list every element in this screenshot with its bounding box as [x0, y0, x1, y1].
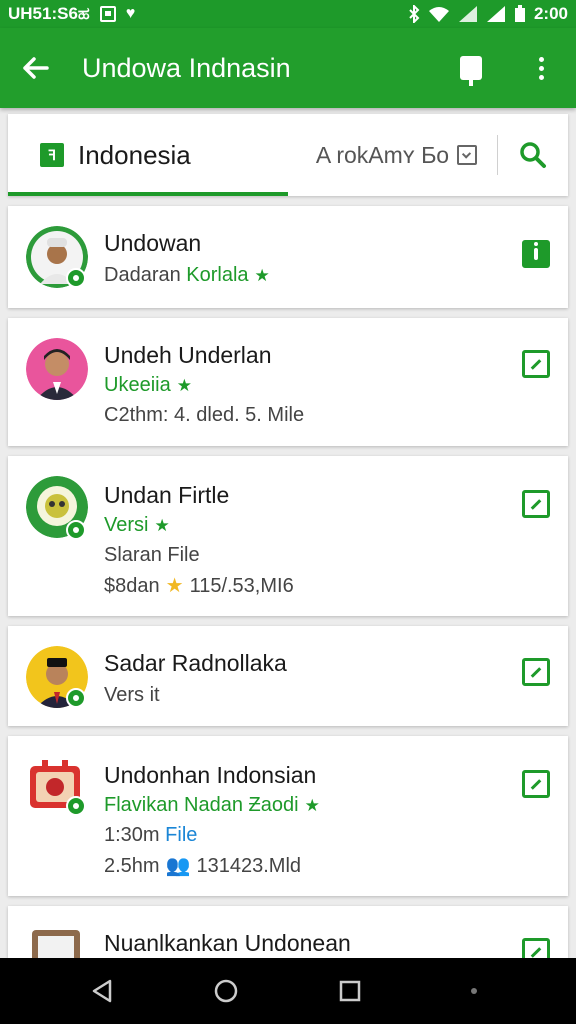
nav-back-button[interactable]	[72, 961, 132, 1021]
edit-button[interactable]	[522, 658, 550, 686]
tab-secondary-label: A rokAmʏ Ƃo	[315, 141, 449, 168]
bookmark-icon	[460, 56, 482, 86]
search-button[interactable]	[498, 115, 568, 195]
star-icon: ★	[165, 575, 184, 597]
edit-icon	[530, 498, 542, 510]
app-title: Undowa Indnasin	[82, 52, 291, 83]
item-title: Sadar Radnollaka	[104, 650, 287, 676]
tab-bar: ꟻ Indonesia A rokAmʏ Ƃo	[8, 114, 568, 196]
star-icon: ★	[176, 376, 192, 395]
verified-badge-icon	[66, 268, 86, 288]
edit-icon	[530, 666, 542, 678]
bookmark-button[interactable]	[436, 28, 506, 108]
item-title: Undeh Underlan	[104, 342, 272, 368]
item-subtitle: Ukeeiia ★	[104, 374, 192, 396]
edit-button[interactable]	[522, 490, 550, 518]
item-meta: 1:30m File	[104, 824, 198, 846]
list-item[interactable]: Nuanlkankan Undonean	[8, 906, 568, 958]
search-icon	[520, 142, 546, 168]
item-meta: Slaran File	[104, 544, 200, 566]
verified-badge-icon	[66, 688, 86, 708]
verified-badge-icon	[66, 520, 86, 540]
status-bar: UH51:S6ಹ ♥ 2:00	[0, 0, 576, 28]
status-time-right: 2:00	[533, 4, 568, 23]
people-icon: 👥	[165, 855, 191, 877]
info-button[interactable]	[522, 240, 550, 268]
photo-icon	[99, 6, 116, 22]
info-icon	[534, 242, 538, 260]
edit-button[interactable]	[522, 350, 550, 378]
status-time-left: UH51:S6ಹ	[8, 4, 90, 23]
edit-icon	[530, 946, 542, 958]
overflow-menu-button[interactable]	[506, 28, 576, 108]
battery-icon	[514, 5, 525, 22]
edit-icon	[530, 778, 542, 790]
list-item[interactable]: Undeh Underlan Ukeeiia ★ C2thm: 4. dled. …	[8, 318, 568, 446]
verified-badge-icon	[66, 796, 86, 816]
back-button[interactable]	[0, 28, 70, 108]
nav-extra-button[interactable]	[444, 961, 504, 1021]
signal-strong-icon	[486, 6, 505, 22]
list-item[interactable]: Sadar Radnollaka Vers it	[8, 626, 568, 726]
edit-icon	[530, 358, 542, 370]
avatar	[26, 338, 88, 400]
nav-recents-button[interactable]	[320, 961, 380, 1021]
app-bar: Undowa Indnasin	[0, 28, 576, 108]
star-icon: ★	[304, 796, 320, 815]
system-nav-bar	[0, 958, 576, 1024]
item-subtitle: Flavikan Nadan Ƶaodi ★	[104, 794, 320, 816]
flag-icon: ꟻ	[40, 143, 64, 167]
star-icon: ★	[154, 516, 170, 535]
edit-button[interactable]	[522, 770, 550, 798]
calendar-icon	[457, 145, 477, 165]
bluetooth-icon	[409, 5, 420, 23]
tab-secondary[interactable]: A rokAmʏ Ƃo	[316, 142, 477, 169]
list-item[interactable]: Undan Firtle Versi ★ Slaran File $8dan ★ 11…	[8, 456, 568, 616]
arrow-back-icon	[23, 57, 49, 79]
list-item[interactable]: Undowan Dadaran Korlala ★	[8, 206, 568, 308]
item-subtitle: Dadaran Korlala ★	[104, 264, 270, 286]
tab-indicator	[8, 192, 288, 196]
item-title: Undan Firtle	[104, 482, 230, 508]
tab-indonesia[interactable]: Indonesia	[78, 140, 191, 171]
item-title: Nuanlkankan Undonean	[104, 930, 351, 956]
recents-square-icon	[339, 980, 361, 1002]
heart-icon: ♥	[125, 5, 136, 22]
item-stats: $8dan ★ 115/.53,MI6	[104, 575, 294, 597]
item-meta: C2thm: 4. dled. 5. Mile	[104, 404, 305, 426]
item-title: Undowan	[104, 230, 202, 256]
more-vert-icon	[538, 56, 544, 80]
signal-icon	[458, 6, 477, 22]
item-subtitle: Vers it	[104, 684, 160, 706]
item-subtitle: Versi ★	[104, 514, 170, 536]
edit-button[interactable]	[522, 938, 550, 958]
triangle-back-icon	[92, 979, 112, 1003]
list-item[interactable]: Undonhan Indonsian Flavikan Nadan Ƶaodi ★…	[8, 736, 568, 896]
dot-icon	[471, 988, 477, 994]
nav-home-button[interactable]	[196, 961, 256, 1021]
home-circle-icon	[214, 979, 238, 1003]
wifi-icon	[428, 7, 449, 22]
item-stats: 2.5hm 👥 131423.Mld	[104, 855, 302, 877]
star-icon: ★	[254, 266, 270, 285]
avatar	[26, 926, 88, 958]
item-title: Undonhan Indonsian	[104, 762, 317, 788]
